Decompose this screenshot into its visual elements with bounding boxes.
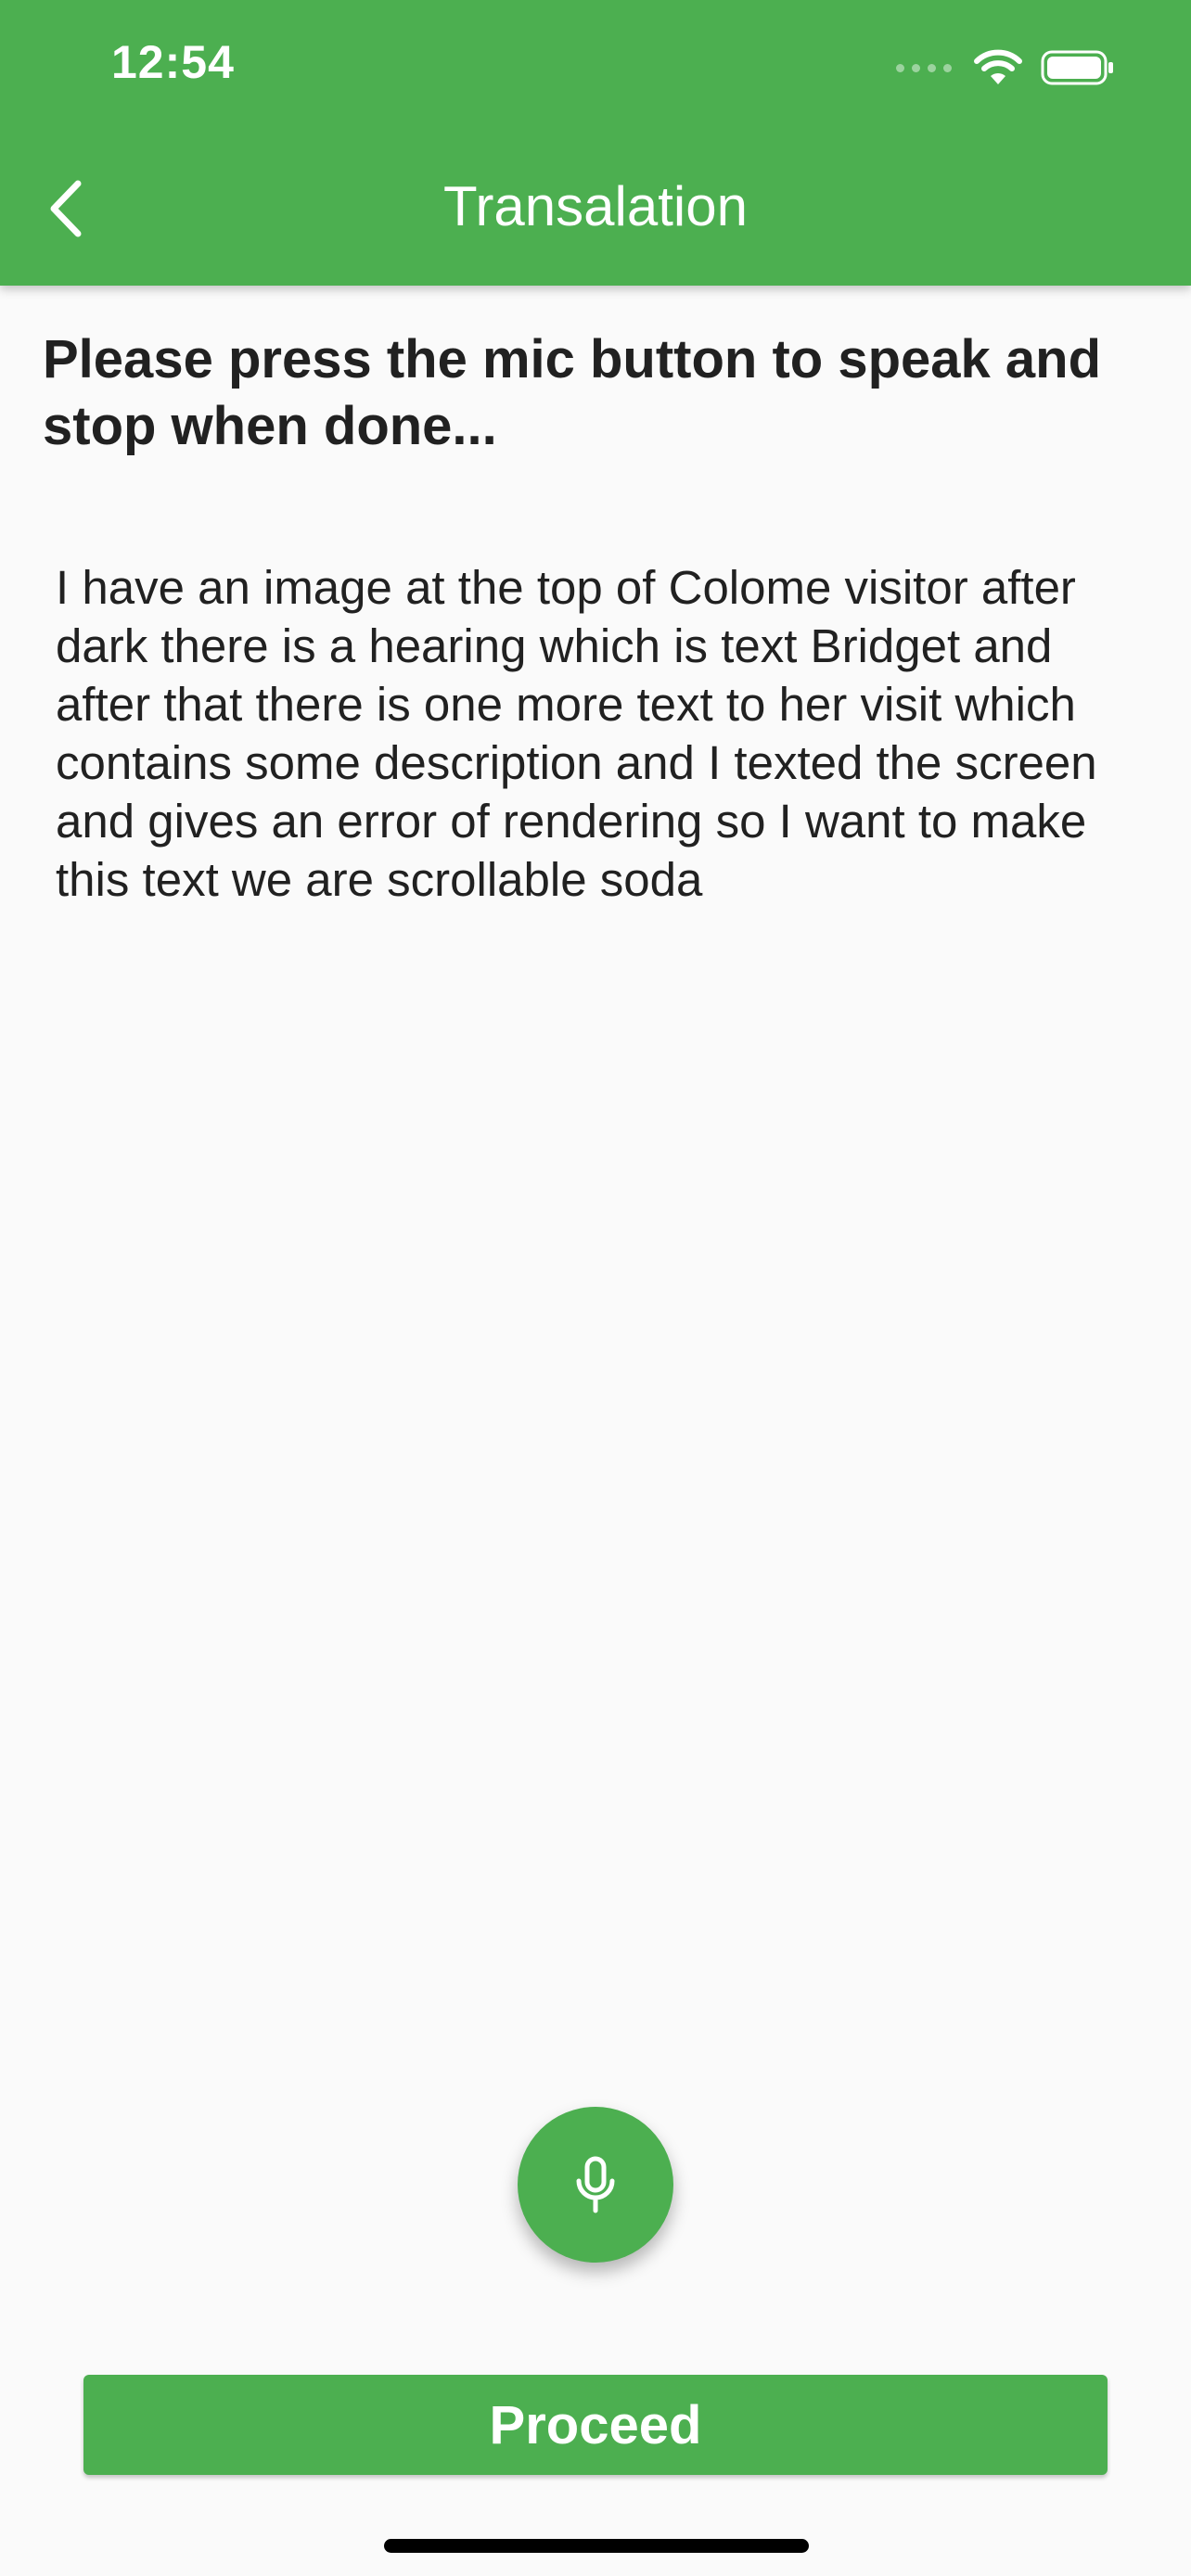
app-bar: 12:54 Transalation <box>0 0 1191 286</box>
instruction-text: Please press the mic button to speak and… <box>43 329 1101 456</box>
cellular-signal-icon <box>896 63 952 72</box>
page-title: Transalation <box>443 175 748 237</box>
battery-icon <box>1041 50 1113 85</box>
transcript-text: I have an image at the top of Colome vis… <box>56 561 1097 906</box>
microphone-icon <box>576 2156 615 2213</box>
mic-button[interactable] <box>518 2107 673 2263</box>
proceed-button[interactable]: Proceed <box>83 2375 1108 2475</box>
home-indicator <box>384 2539 809 2553</box>
wifi-icon <box>974 49 1022 84</box>
status-time: 12:54 <box>111 36 235 88</box>
status-icons <box>896 45 1115 91</box>
